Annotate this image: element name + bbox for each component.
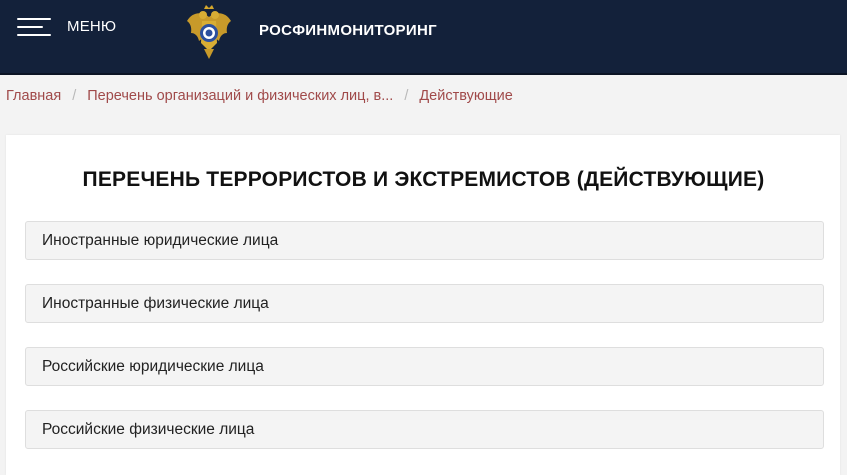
breadcrumb-current[interactable]: Действующие <box>419 88 512 104</box>
section-label[interactable]: Иностранные физические лица <box>42 295 269 313</box>
section-foreign-legal-entities[interactable]: Иностранные юридические лица <box>25 221 824 260</box>
section-foreign-individuals[interactable]: Иностранные физические лица <box>25 284 824 323</box>
emblem-logo[interactable] <box>184 3 234 61</box>
page-title: ПЕРЕЧЕНЬ ТЕРРОРИСТОВ И ЭКСТРЕМИСТОВ (ДЕЙ… <box>82 168 765 191</box>
breadcrumb-separator: / <box>404 88 409 104</box>
breadcrumb-separator: / <box>72 88 77 104</box>
section-russian-legal-entities[interactable]: Российские юридические лица <box>25 347 824 386</box>
top-navbar: МЕНЮ РОСФИНМОНИТОРИНГ <box>0 0 847 75</box>
menu-button[interactable]: МЕНЮ <box>17 13 116 39</box>
section-label[interactable]: Иностранные юридические лица <box>42 232 278 250</box>
section-label[interactable]: Российские физические лица <box>42 421 254 439</box>
breadcrumb-list-link[interactable]: Перечень организаций и физических лиц, в… <box>87 88 393 104</box>
breadcrumb: Главная / Перечень организаций и физичес… <box>6 86 513 106</box>
section-label[interactable]: Российские юридические лица <box>42 358 264 376</box>
breadcrumb-home-link[interactable]: Главная <box>6 88 61 104</box>
site-brand[interactable]: РОСФИНМОНИТОРИНГ <box>259 22 437 39</box>
menu-label[interactable]: МЕНЮ <box>67 18 116 35</box>
hamburger-icon[interactable] <box>17 15 51 37</box>
section-russian-individuals[interactable]: Российские физические лица <box>25 410 824 449</box>
